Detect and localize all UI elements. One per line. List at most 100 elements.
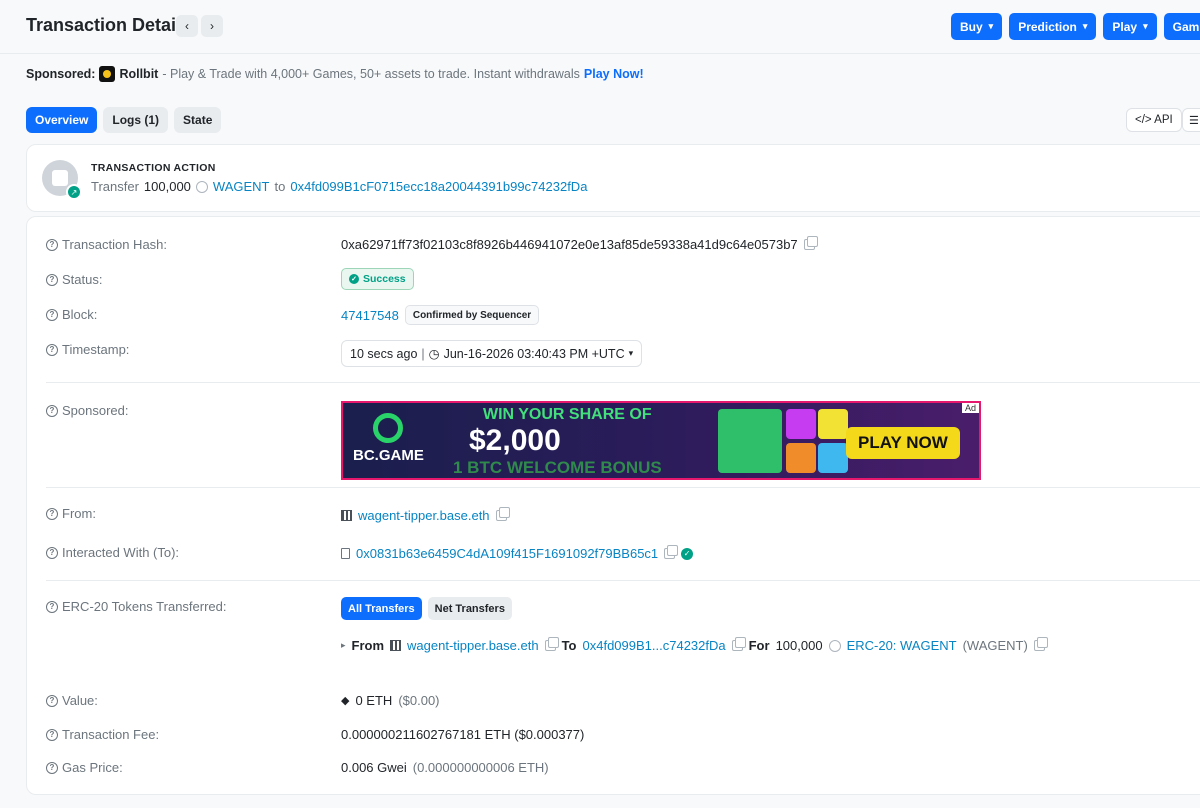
ad-brand: BC.GAME	[353, 447, 424, 464]
status-text: Success	[363, 273, 406, 285]
sponsor-cta-link[interactable]: Play Now!	[584, 67, 644, 81]
chevron-down-icon: ▾	[1082, 21, 1088, 31]
token-transfer-row: ▸ From wagent-tipper.base.eth To 0x4fd09…	[341, 637, 1048, 653]
arrow-up-right-icon: ↗	[66, 184, 82, 200]
from-label: From:	[62, 506, 96, 521]
question-icon[interactable]: ?	[46, 546, 58, 559]
tab-state[interactable]: State	[174, 107, 222, 133]
gas-price: 0.006 Gwei	[341, 760, 407, 775]
timestamp-dropdown[interactable]: 10 secs ago | ◷ Jun-16-2026 03:40:43 PM …	[341, 340, 643, 367]
question-icon[interactable]: ?	[46, 761, 58, 774]
question-icon[interactable]: ?	[46, 238, 58, 251]
transfer-to-word: To	[561, 638, 577, 653]
question-icon[interactable]: ?	[46, 507, 58, 520]
transaction-action-title: TRANSACTION ACTION	[91, 162, 216, 174]
ad-tag: Ad	[961, 403, 979, 413]
list-options-button[interactable]: ☰	[1182, 108, 1200, 132]
gaming-menu-button[interactable]: Gaming	[1163, 13, 1200, 40]
copy-icon[interactable]	[495, 507, 510, 521]
action-amount: 100,000	[143, 179, 191, 194]
tab-overview[interactable]: Overview	[26, 107, 98, 133]
transfer-to-link[interactable]: 0x4fd099B1...c74232fDa	[583, 638, 726, 653]
status-badge: ✓ Success	[341, 268, 414, 290]
prev-transaction-button[interactable]: ‹	[176, 15, 198, 37]
play-menu-label: Play	[1112, 19, 1138, 34]
top-menu: Buy ▾ Prediction ▾ Play ▾ Gaming	[951, 13, 1200, 40]
transaction-fee: 0.000000211602767181 ETH ($0.000377)	[341, 727, 585, 742]
to-label: Interacted With (To):	[62, 545, 180, 560]
verified-check-icon: ✓	[681, 547, 694, 560]
tab-logs[interactable]: Logs (1)	[103, 107, 169, 133]
page-title: Transaction Details	[26, 15, 192, 35]
chevron-right-icon: ›	[210, 19, 214, 33]
ad-subtitle: 1 BTC WELCOME BONUS	[453, 458, 662, 477]
question-icon[interactable]: ?	[46, 308, 58, 321]
sponsor-text: - Play & Trade with 4,000+ Games, 50+ as…	[162, 67, 580, 81]
status-label: Status:	[62, 272, 103, 287]
transfer-amount: 100,000	[775, 638, 823, 653]
ad-play-now-button[interactable]: PLAY NOW	[846, 427, 960, 459]
value-usd: ($0.00)	[398, 693, 440, 708]
copy-icon[interactable]	[1033, 637, 1048, 651]
all-transfers-button[interactable]: All Transfers	[341, 597, 422, 620]
api-button[interactable]: </> API	[1126, 108, 1182, 132]
sponsored-line: Sponsored: Rollbit - Play & Trade with 4…	[26, 66, 644, 82]
prediction-menu-label: Prediction	[1018, 19, 1077, 34]
ad-banner[interactable]: BC.GAME WIN YOUR SHARE OF $2,000 1 BTC W…	[341, 401, 981, 480]
sponsor-brand[interactable]: Rollbit	[119, 67, 158, 81]
tab-bar: Overview Logs (1) State	[26, 107, 222, 133]
transfer-from-word: From	[351, 638, 385, 653]
question-icon[interactable]: ?	[46, 343, 58, 356]
top-bar: Transaction Details ‹ › Buy ▾ Prediction ▾…	[0, 0, 1200, 54]
action-to-word: to	[274, 179, 286, 194]
net-transfers-button[interactable]: Net Transfers	[427, 597, 512, 620]
identicon-icon	[341, 510, 352, 521]
clock-icon: ◷	[428, 347, 440, 361]
from-address-link[interactable]: wagent-tipper.base.eth	[358, 508, 490, 523]
to-row-label: ? Interacted With (To):	[46, 545, 179, 560]
sponsored-row-text: Sponsored:	[62, 403, 129, 418]
to-address-link[interactable]: 0x0831b63e6459C4dA109f415F1691092f79BB65…	[356, 546, 658, 561]
timestamp-full: Jun-16-2026 03:40:43 PM +UTC	[443, 346, 625, 361]
action-verb: Transfer	[91, 179, 139, 194]
transfer-from-link[interactable]: wagent-tipper.base.eth	[407, 638, 539, 653]
next-transaction-button[interactable]: ›	[201, 15, 223, 37]
copy-icon[interactable]	[803, 236, 818, 250]
copy-icon[interactable]	[731, 637, 746, 651]
copy-icon[interactable]	[664, 545, 679, 559]
timestamp-row-label: ? Timestamp:	[46, 342, 129, 357]
chevron-down-icon: ▾	[628, 348, 634, 358]
question-icon[interactable]: ?	[46, 600, 58, 613]
fee-label: Transaction Fee:	[62, 727, 160, 742]
confirmed-badge: Confirmed by Sequencer	[404, 305, 540, 325]
erc20-row-label: ? ERC-20 Tokens Transferred:	[46, 599, 227, 614]
question-icon[interactable]: ?	[46, 728, 58, 741]
question-icon[interactable]: ?	[46, 404, 58, 417]
value-eth: 0 ETH	[355, 693, 393, 708]
gas-price-eth: (0.000000000006 ETH)	[412, 760, 549, 775]
identicon-icon	[390, 640, 402, 651]
from-row-label: ? From:	[46, 506, 96, 521]
value-label: Value:	[62, 693, 98, 708]
prediction-menu-button[interactable]: Prediction ▾	[1009, 13, 1097, 40]
action-avatar: ↗	[42, 160, 82, 200]
rollbit-logo-icon	[99, 66, 116, 82]
status-row-label: ? Status:	[46, 272, 102, 287]
transfer-token-link[interactable]: ERC-20: WAGENT	[847, 638, 957, 653]
sponsored-row-label: ? Sponsored:	[46, 403, 129, 418]
play-menu-button[interactable]: Play ▾	[1103, 13, 1157, 40]
buy-menu-button[interactable]: Buy ▾	[951, 13, 1003, 40]
gas-row-label: ? Gas Price:	[46, 760, 123, 775]
ad-headline: WIN YOUR SHARE OF	[483, 406, 652, 423]
question-icon[interactable]: ?	[46, 694, 58, 707]
block-number-link[interactable]: 47417548	[341, 308, 399, 323]
transfer-filter-buttons: All Transfers Net Transfers	[341, 597, 512, 620]
copy-icon[interactable]	[544, 637, 559, 651]
action-token-link[interactable]: WAGENT	[213, 179, 270, 194]
action-to-address-link[interactable]: 0x4fd099B1cF0715ecc18a20044391b99c74232f…	[290, 179, 587, 194]
list-icon: ☰	[1189, 114, 1199, 127]
bcgame-logo: BC.GAME	[353, 413, 424, 464]
question-icon[interactable]: ?	[46, 273, 58, 286]
value-row-label: ? Value:	[46, 693, 98, 708]
token-icon	[828, 639, 841, 652]
